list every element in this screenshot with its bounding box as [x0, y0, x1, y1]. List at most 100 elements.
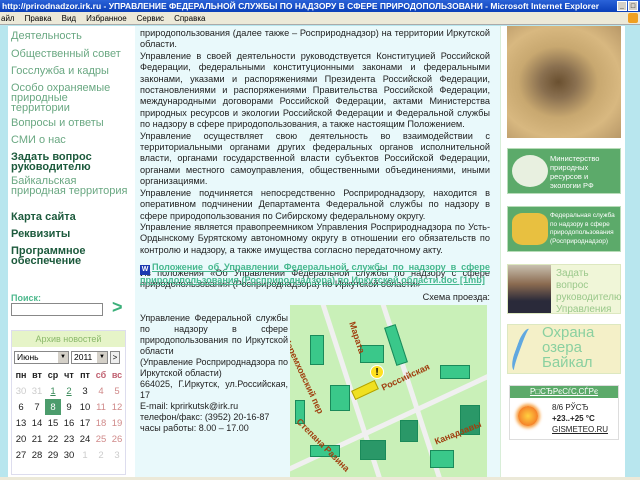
month-select[interactable]: Июнь ▼: [14, 351, 69, 364]
calendar-day: 2: [98, 449, 104, 461]
maximize-button[interactable]: □: [628, 1, 638, 11]
search-label: Поиск:: [11, 293, 42, 303]
menu-item[interactable]: Справка: [174, 12, 205, 24]
calendar-day: 10: [79, 401, 91, 413]
calendar-day[interactable]: 1: [45, 383, 61, 399]
nav-link[interactable]: Байкальская природная территория: [11, 176, 129, 197]
calendar-day: 27: [15, 449, 27, 461]
calendar-grid: пн вт ср чт пт сб вс 30 31 1 2 3 4 5 6 7 8 9 10 11 12 13 14 15 1…: [13, 367, 125, 463]
calendar-day: 30: [63, 449, 75, 461]
nav-link[interactable]: Реквизиты: [11, 229, 129, 240]
weekday-label: пт: [80, 370, 90, 380]
coat-of-arms-icon: [512, 213, 548, 245]
page: Деятельность Общественный совет Госслужба …: [0, 26, 640, 477]
menu-item[interactable]: Вид: [62, 12, 76, 24]
calendar-day[interactable]: 8: [45, 399, 61, 415]
menu-item[interactable]: Избранное: [86, 12, 127, 24]
calendar-day: 28: [31, 449, 43, 461]
menu-item[interactable]: Правка: [25, 12, 52, 24]
address-line[interactable]: E-mail: kprirkutsk@irk.ru: [140, 401, 288, 412]
nav-link[interactable]: Госслужба и кадры: [11, 66, 129, 77]
calendar-day: 24: [79, 433, 91, 445]
location-map[interactable]: ! Черемховский пер Марата Российская Сте…: [290, 305, 487, 477]
address-line: часы работы: 8.00 – 17.00: [140, 423, 249, 433]
calendar-day: 7: [34, 401, 40, 413]
ministry-logo-icon: [512, 155, 548, 187]
calendar-day: 17: [79, 417, 91, 429]
nav-link[interactable]: Общественный совет: [11, 49, 129, 60]
month-value: Июнь: [17, 352, 39, 362]
baikal-protection-banner[interactable]: Охрана озера Байкал: [507, 324, 621, 374]
article-paragraph: природопользования (далее также – Роспри…: [140, 28, 490, 50]
document-link-text[interactable]: Положение об Управлении Федеральной служ…: [140, 262, 490, 285]
calendar-day: 3: [114, 449, 120, 461]
calendar-day: 13: [15, 417, 27, 429]
calendar-day[interactable]: 2: [61, 383, 77, 399]
calendar-day: 4: [98, 385, 104, 397]
address-line: (Управление Росприроднадзора по Иркутско…: [140, 357, 288, 378]
nav-link[interactable]: Задать вопрос руководителю: [11, 152, 129, 173]
address-line: телефон/факс: (3952) 20-16-87: [140, 412, 270, 422]
gismeteo-link[interactable]: GISMETEO.RU: [552, 425, 608, 434]
baikal-banner-text: Охрана озера Байкал: [542, 324, 595, 371]
calendar-week: 30 31 1 2 3 4 5: [13, 383, 125, 399]
weekday-label: пн: [15, 370, 27, 380]
calendar-day: 26: [111, 433, 123, 445]
nav-link[interactable]: Особо охраняемые природные территории: [11, 83, 129, 114]
document-link[interactable]: W Положение об Управлении Федеральной слу…: [140, 262, 490, 286]
calendar-day: 3: [82, 385, 88, 397]
sun-icon: [518, 406, 538, 426]
calendar-day: 21: [31, 433, 43, 445]
ministry-banner-text: Министерство природных ресурсов и эколог…: [550, 154, 600, 190]
minimize-button[interactable]: _: [617, 1, 627, 11]
calendar-day: 31: [31, 385, 43, 397]
ministry-banner[interactable]: Министерство природных ресурсов и эколог…: [507, 148, 621, 194]
next-month-button[interactable]: >: [110, 351, 120, 364]
article-paragraph: Управление является правопреемником Упра…: [140, 221, 490, 255]
menu-item[interactable]: айл: [1, 12, 15, 24]
calendar-day: 20: [15, 433, 27, 445]
calendar-day: 12: [111, 401, 123, 413]
calendar-day: 23: [63, 433, 75, 445]
calendar-day: 15: [47, 417, 59, 429]
article-text: природопользования (далее также – Роспри…: [140, 28, 490, 290]
archive-title: Архив новостей: [12, 331, 125, 347]
nav-link[interactable]: СМИ о нас: [11, 135, 129, 146]
weather-city-link[interactable]: Р□СЂРєСѓС‚СЃРє: [510, 386, 618, 398]
nav-link[interactable]: Вопросы и ответы: [11, 118, 129, 129]
menu-bar: айл Правка Вид Избранное Сервис Справка: [0, 12, 640, 25]
menu-item[interactable]: Сервис: [137, 12, 164, 24]
calendar-day: 1: [82, 449, 88, 461]
nav-link[interactable]: Деятельность: [11, 31, 129, 42]
article-paragraph: Управление в своей деятельности руководс…: [140, 50, 490, 130]
calendar-week: 13 14 15 16 17 18 19: [13, 415, 125, 431]
weather-date: 8/6 РЎСЂ: [552, 403, 589, 412]
rosprirodnadzor-banner[interactable]: Федеральная служба по надзору в сфере пр…: [507, 206, 621, 252]
route-scheme-label: Схема проезда:: [422, 292, 490, 302]
weekday-label: вс: [111, 370, 123, 380]
chevron-down-icon: ▼: [97, 352, 107, 363]
search-input[interactable]: [11, 303, 103, 316]
calendar-day: 11: [96, 401, 106, 413]
contact-address: Управление Федеральной службы по надзору…: [140, 313, 288, 434]
calendar-day: 19: [111, 417, 123, 429]
search-submit-button[interactable]: >: [112, 298, 123, 316]
address-line: Управление Федеральной службы по надзору…: [140, 313, 288, 356]
calendar-day: 25: [95, 433, 107, 445]
address-line: 664025, Г.Иркутск, ул.Российская, 17: [140, 379, 288, 400]
calendar-day: 18: [95, 417, 107, 429]
calendar-week: 6 7 8 9 10 11 12: [13, 399, 125, 415]
calendar-day: 5: [114, 385, 120, 397]
article-paragraph: Управление осуществляет свою деятельност…: [140, 130, 490, 187]
year-select[interactable]: 2011 ▼: [71, 351, 108, 364]
location-marker-icon: !: [370, 365, 384, 379]
word-doc-icon: W: [140, 265, 150, 275]
weekday-label: ср: [47, 370, 59, 380]
nav-link[interactable]: Программное обеспечение: [11, 246, 129, 267]
nav-link[interactable]: Карта сайта: [11, 212, 129, 223]
ask-director-banner[interactable]: Задать вопрос руководителю Управления: [507, 264, 622, 315]
news-archive-calendar: Архив новостей Июнь ▼ 2011 ▼ > пн вт ср чт пт с…: [11, 330, 126, 475]
year-value: 2011: [74, 352, 93, 362]
calendar-day: 29: [47, 449, 59, 461]
weather-temp: +23..+25 °C: [552, 414, 595, 423]
